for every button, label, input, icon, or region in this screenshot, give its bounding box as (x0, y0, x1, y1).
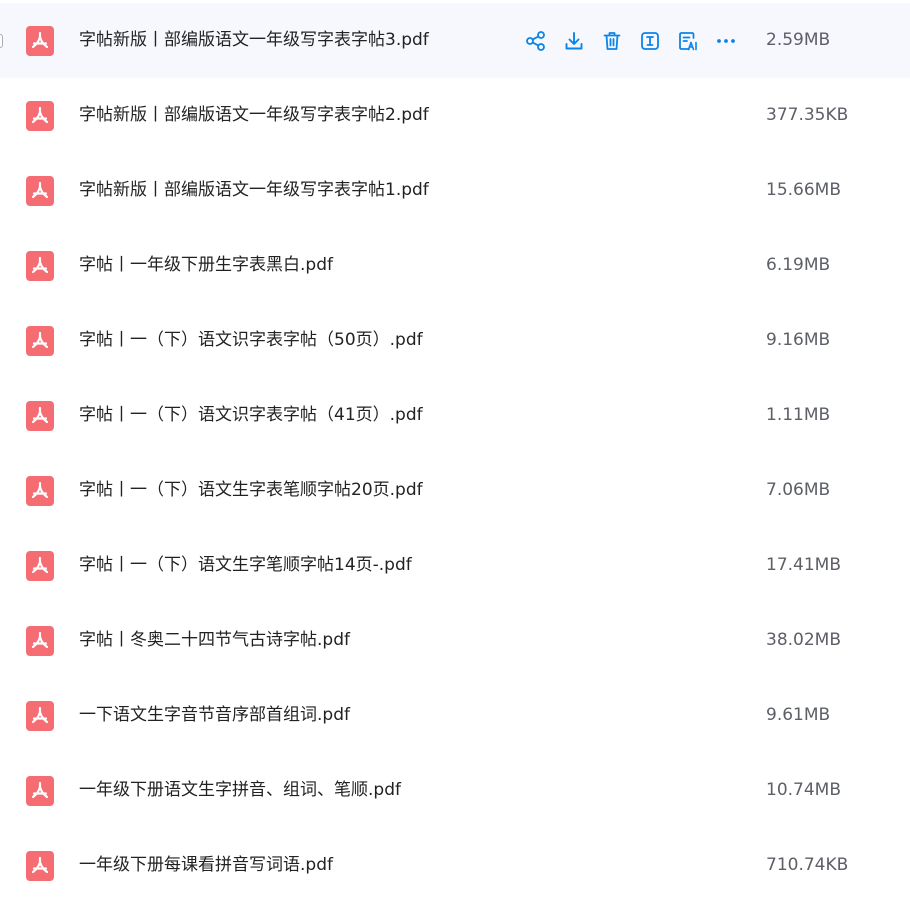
file-name[interactable]: 字帖丨一（下）语文生字笔顺字帖14页-.pdf (79, 528, 412, 603)
file-size: 710.74KB (766, 855, 849, 875)
pdf-icon (26, 776, 54, 806)
ai-summary-icon[interactable] (676, 29, 700, 53)
row-actions (524, 29, 752, 53)
file-size: 9.61MB (766, 705, 831, 725)
pdf-icon (26, 326, 54, 356)
pdf-icon (26, 551, 54, 581)
file-row[interactable]: 字帖丨冬奥二十四节气古诗字帖.pdf 38.02MB (0, 603, 910, 678)
file-name[interactable]: 字帖丨冬奥二十四节气古诗字帖.pdf (79, 603, 350, 678)
file-row[interactable]: 一年级下册语文生字拼音、组词、笔顺.pdf 10.74MB (0, 753, 910, 828)
pdf-icon (26, 476, 54, 506)
file-name[interactable]: 一年级下册语文生字拼音、组词、笔顺.pdf (79, 753, 401, 828)
file-size: 10.74MB (766, 780, 841, 800)
file-size: 15.66MB (766, 180, 841, 200)
pdf-icon (26, 851, 54, 881)
file-row[interactable]: 一下语文生字音节音序部首组词.pdf 9.61MB (0, 678, 910, 753)
share-icon[interactable] (524, 29, 548, 53)
file-name[interactable]: 字帖丨一年级下册生字表黑白.pdf (79, 228, 333, 303)
pdf-icon (26, 176, 54, 206)
file-name[interactable]: 字帖丨一（下）语文识字表字帖（41页）.pdf (79, 378, 423, 453)
file-row[interactable]: 字帖丨一（下）语文识字表字帖（50页）.pdf 9.16MB (0, 303, 910, 378)
file-row[interactable]: 字帖丨一（下）语文识字表字帖（41页）.pdf 1.11MB (0, 378, 910, 453)
file-name[interactable]: 字帖新版丨部编版语文一年级写字表字帖3.pdf (79, 3, 429, 78)
file-name[interactable]: 一年级下册每课看拼音写词语.pdf (79, 828, 333, 903)
file-name[interactable]: 字帖丨一（下）语文生字表笔顺字帖20页.pdf (79, 453, 423, 528)
file-row[interactable]: 字帖丨一（下）语文生字笔顺字帖14页-.pdf 17.41MB (0, 528, 910, 603)
file-row[interactable]: 字帖新版丨部编版语文一年级写字表字帖3.pdf 2.59MB (0, 3, 910, 78)
file-size: 17.41MB (766, 555, 841, 575)
file-size: 377.35KB (766, 105, 849, 125)
rename-icon[interactable] (638, 29, 662, 53)
file-size: 6.19MB (766, 255, 831, 275)
file-name[interactable]: 字帖新版丨部编版语文一年级写字表字帖2.pdf (79, 78, 429, 153)
pdf-icon (26, 701, 54, 731)
file-row[interactable]: 字帖丨一（下）语文生字表笔顺字帖20页.pdf 7.06MB (0, 453, 910, 528)
pdf-icon (26, 251, 54, 281)
pdf-icon (26, 26, 54, 56)
pdf-icon (26, 401, 54, 431)
download-icon[interactable] (562, 29, 586, 53)
more-icon[interactable] (714, 29, 738, 53)
pdf-icon (26, 101, 54, 131)
row-checkbox[interactable] (0, 34, 3, 48)
file-name[interactable]: 字帖新版丨部编版语文一年级写字表字帖1.pdf (79, 153, 429, 228)
file-row[interactable]: 字帖新版丨部编版语文一年级写字表字帖1.pdf 15.66MB (0, 153, 910, 228)
pdf-icon (26, 626, 54, 656)
file-row[interactable]: 一年级下册每课看拼音写词语.pdf 710.74KB (0, 828, 910, 903)
file-list: 字帖新版丨部编版语文一年级写字表字帖3.pdf 2.59MB 字帖新版丨部编版语… (0, 3, 910, 903)
file-name[interactable]: 字帖丨一（下）语文识字表字帖（50页）.pdf (79, 303, 423, 378)
file-name[interactable]: 一下语文生字音节音序部首组词.pdf (79, 678, 350, 753)
file-size: 2.59MB (766, 30, 831, 50)
file-size: 7.06MB (766, 480, 831, 500)
file-size: 9.16MB (766, 330, 831, 350)
file-row[interactable]: 字帖丨一年级下册生字表黑白.pdf 6.19MB (0, 228, 910, 303)
file-size: 1.11MB (766, 405, 831, 425)
delete-icon[interactable] (600, 29, 624, 53)
file-size: 38.02MB (766, 630, 841, 650)
file-row[interactable]: 字帖新版丨部编版语文一年级写字表字帖2.pdf 377.35KB (0, 78, 910, 153)
